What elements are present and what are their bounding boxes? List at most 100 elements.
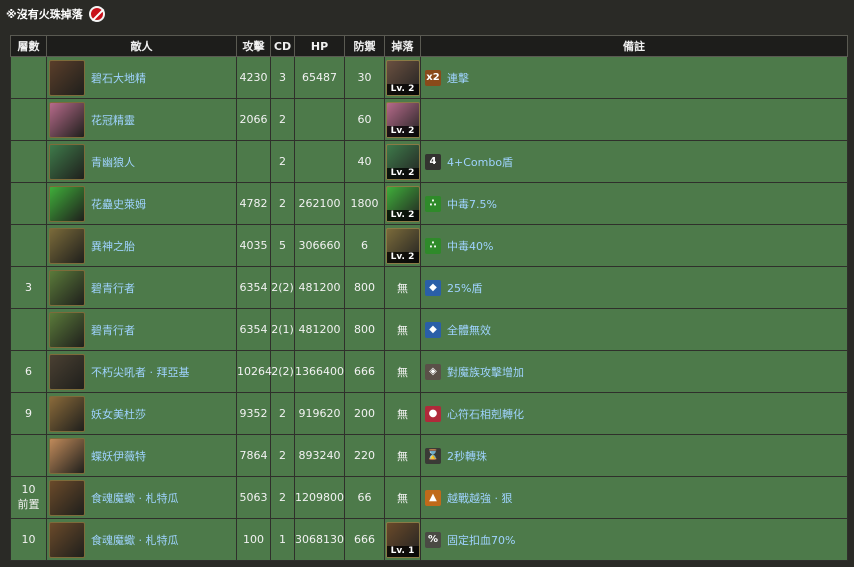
drop-level-label: Lv. 2 [386,125,419,137]
skill-note-link[interactable]: 對魔族攻擊增加 [447,364,524,380]
header-hp: HP [294,35,345,57]
floor-cell [10,56,47,99]
note-cell [420,98,848,141]
drop-cell: Lv. 2 [384,140,421,183]
enemy-portrait[interactable] [49,227,85,264]
skill-note-link[interactable]: 連擊 [447,70,469,86]
skill-icon: ● [425,405,441,422]
table-row: 花冠精靈 2066 2 60 Lv. 2 [10,98,848,141]
defense-cell: 30 [344,56,385,99]
enemy-portrait[interactable] [49,479,85,516]
enemy-portrait[interactable] [49,353,85,390]
drop-card-icon[interactable]: Lv. 2 [385,59,420,96]
enemy-portrait[interactable] [49,59,85,96]
enemy-portrait[interactable] [49,185,85,222]
attack-cell: 10264 [236,350,272,393]
skill-note-link[interactable]: 越戰越強 · 狠 [447,490,513,506]
hp-cell: 3068130 [294,518,345,561]
cd-cell: 2(1) [270,308,295,351]
drop-card-icon[interactable]: Lv. 2 [385,143,420,180]
enemy-name-link[interactable]: 不朽尖吼者 · 拜亞基 [91,364,190,380]
enemy-cell: 碧石大地精 [46,56,237,99]
attack-cell: 5063 [236,476,271,519]
skill-note-link[interactable]: 心符石相剋轉化 [447,406,524,422]
skill-note-link[interactable]: 全體無效 [447,322,491,338]
floor-cell [10,98,47,141]
cd-cell: 2 [270,140,295,183]
skill-note-link[interactable]: 25%盾 [447,280,482,296]
enemy-cell: 蝶妖伊薇特 [46,434,237,477]
drop-card-icon[interactable]: Lv. 1 [385,521,420,558]
enemy-name-link[interactable]: 碧青行者 [91,280,135,296]
prohibited-icon [88,6,105,22]
drop-cell: 無 [384,266,421,309]
enemy-portrait[interactable] [49,521,85,558]
floor-cell [10,434,47,477]
enemy-name-link[interactable]: 花蠱史萊姆 [91,196,146,212]
defense-cell: 60 [344,98,385,141]
attack-cell: 2066 [236,98,271,141]
enemy-name-link[interactable]: 花冠精靈 [91,112,135,128]
skill-note-link[interactable]: 中毒7.5% [447,196,497,212]
floor-cell: 9 [10,392,47,435]
floor-cell: 3 [10,266,47,309]
skill-icon: ∴ [425,237,441,254]
note-cell: ∴ 中毒7.5% [420,182,848,225]
skill-note-link[interactable]: 4+Combo盾 [447,154,513,170]
enemy-cell: 食魂魔蠍 · 札特瓜 [46,518,237,561]
cd-cell: 2 [270,476,295,519]
note-cell: 4 4+Combo盾 [420,140,848,183]
enemy-name-link[interactable]: 蝶妖伊薇特 [91,448,146,464]
enemy-name-link[interactable]: 食魂魔蠍 · 札特瓜 [91,532,179,548]
drop-level-label: Lv. 2 [386,209,419,221]
attack-cell: 7864 [236,434,271,477]
top-note-text: ※沒有火珠掉落 [6,8,83,21]
cd-cell: 2(2) [270,266,295,309]
enemy-name-link[interactable]: 妖女美杜莎 [91,406,146,422]
enemy-portrait[interactable] [49,395,85,432]
floor-cell [10,140,47,183]
enemy-portrait[interactable] [49,143,85,180]
skill-icon: ▲ [425,489,441,506]
header-attack: 攻擊 [236,35,271,57]
enemy-cell: 碧青行者 [46,308,237,351]
skill-note-link[interactable]: 固定扣血70% [447,532,515,548]
skill-note-link[interactable]: 中毒40% [447,238,493,254]
enemy-name-link[interactable]: 異神之胎 [91,238,135,254]
drop-cell: 無 [384,476,421,519]
cd-cell: 2 [270,434,295,477]
header-note: 備註 [420,35,848,57]
skill-icon: ◈ [425,363,441,380]
enemy-portrait[interactable] [49,101,85,138]
drop-cell: Lv. 2 [384,182,421,225]
drop-none-text: 無 [397,449,408,463]
enemy-portrait[interactable] [49,269,85,306]
floor-cell [10,224,47,267]
enemy-name-link[interactable]: 青幽狼人 [91,154,135,170]
enemy-name-link[interactable]: 食魂魔蠍 · 札特瓜 [91,490,179,506]
drop-cell: 無 [384,434,421,477]
enemy-cell: 食魂魔蠍 · 札特瓜 [46,476,237,519]
drop-cell: Lv. 2 [384,98,421,141]
skill-icon: % [425,531,441,548]
drop-card-icon[interactable]: Lv. 2 [385,185,420,222]
table-row: 異神之胎 4035 5 306660 6 Lv. 2 ∴ 中毒40% [10,224,848,267]
enemy-portrait[interactable] [49,311,85,348]
drop-card-icon[interactable]: Lv. 2 [385,227,420,264]
table-row: 青幽狼人 2 40 Lv. 2 4 4+Combo盾 [10,140,848,183]
enemy-name-link[interactable]: 碧青行者 [91,322,135,338]
hp-cell: 893240 [294,434,345,477]
skill-icon: ◆ [425,279,441,296]
floor-cell: 6 [10,350,47,393]
hp-cell: 481200 [294,308,345,351]
table-row: 10 前置 食魂魔蠍 · 札特瓜 5063 2 1209800 66 無 ▲ 越戰越強 · 狠 [10,476,848,519]
note-cell: ◆ 25%盾 [420,266,848,309]
attack-cell: 6354 [236,308,271,351]
table-row: 3 碧青行者 6354 2(2) 481200 800 無 ◆ 25%盾 [10,266,848,309]
table-row: 蝶妖伊薇特 7864 2 893240 220 無 ⌛ 2秒轉珠 [10,434,848,477]
enemy-portrait[interactable] [49,437,85,474]
skill-note-link[interactable]: 2秒轉珠 [447,448,487,464]
drop-none-text: 無 [397,365,408,379]
drop-card-icon[interactable]: Lv. 2 [385,101,420,138]
enemy-name-link[interactable]: 碧石大地精 [91,70,146,86]
